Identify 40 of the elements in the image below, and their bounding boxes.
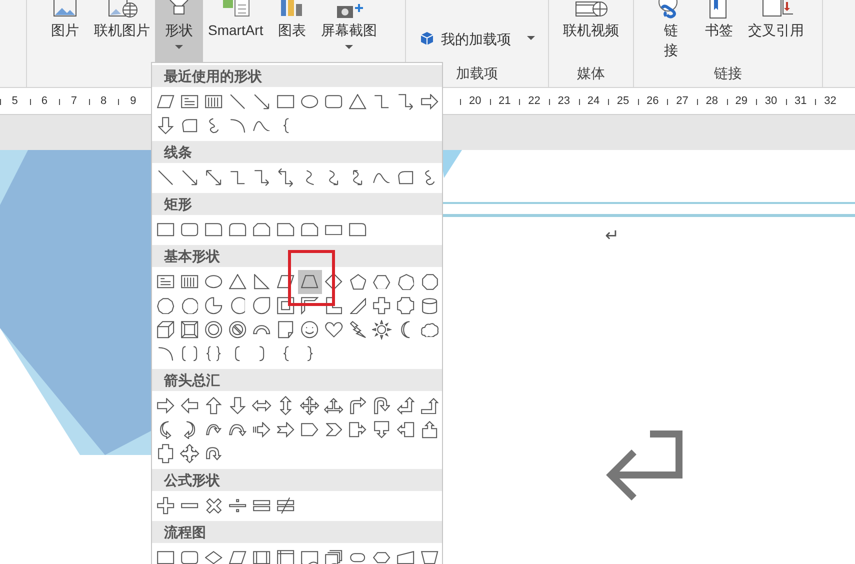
ruler-number: 5: [0, 95, 30, 107]
section-header: 线条: [152, 141, 442, 163]
online-picture-button[interactable]: 联机图片: [89, 0, 155, 62]
picture-button[interactable]: 图片: [41, 0, 89, 62]
ruler-number: 32: [815, 95, 845, 107]
section-header: 基本形状: [152, 245, 442, 267]
section-header: 箭头总汇: [152, 369, 442, 391]
ruler-number: 20: [460, 95, 490, 107]
paragraph-mark: ↵: [605, 226, 620, 246]
section-header: 公式形状: [152, 469, 442, 491]
smartart-button[interactable]: SmartArt: [203, 0, 268, 62]
screenshot-button[interactable]: 屏幕截图: [316, 0, 382, 62]
ruler-number: 25: [608, 95, 638, 107]
shapes-button[interactable]: 形状: [155, 0, 203, 62]
ruler-number: 9: [118, 95, 148, 107]
addin-button[interactable]: 我的加载项: [413, 26, 541, 50]
chart-button[interactable]: 图表: [268, 0, 316, 62]
link-button[interactable]: 链接: [647, 0, 695, 62]
section-header: 流程图: [152, 521, 442, 543]
bookmark-button[interactable]: 书签: [695, 0, 743, 62]
ruler-number: 22: [519, 95, 550, 107]
ruler-number: 31: [786, 95, 816, 107]
ruler-number: 30: [756, 95, 786, 107]
ruler-number: 21: [490, 95, 520, 107]
ruler-number: 8: [88, 95, 118, 107]
section-header: 矩形: [152, 193, 442, 215]
group-label: 加载项: [455, 64, 499, 83]
ruler-number: 26: [638, 95, 668, 107]
group-label: 媒体: [576, 64, 606, 83]
ruler-number: 7: [59, 95, 89, 107]
ruler-number: 24: [578, 95, 608, 107]
ruler-number: 29: [726, 95, 756, 107]
video-button[interactable]: 联机视频: [558, 0, 624, 62]
ruler-number: 6: [30, 95, 60, 107]
ruler-number: 28: [697, 95, 727, 107]
section-header: 最近使用的形状: [152, 65, 442, 87]
ruler-number: 23: [549, 95, 579, 107]
crossref-button[interactable]: 交叉引用: [743, 0, 809, 62]
ruler-number: 27: [667, 95, 698, 107]
group-label: 链接: [713, 64, 743, 83]
